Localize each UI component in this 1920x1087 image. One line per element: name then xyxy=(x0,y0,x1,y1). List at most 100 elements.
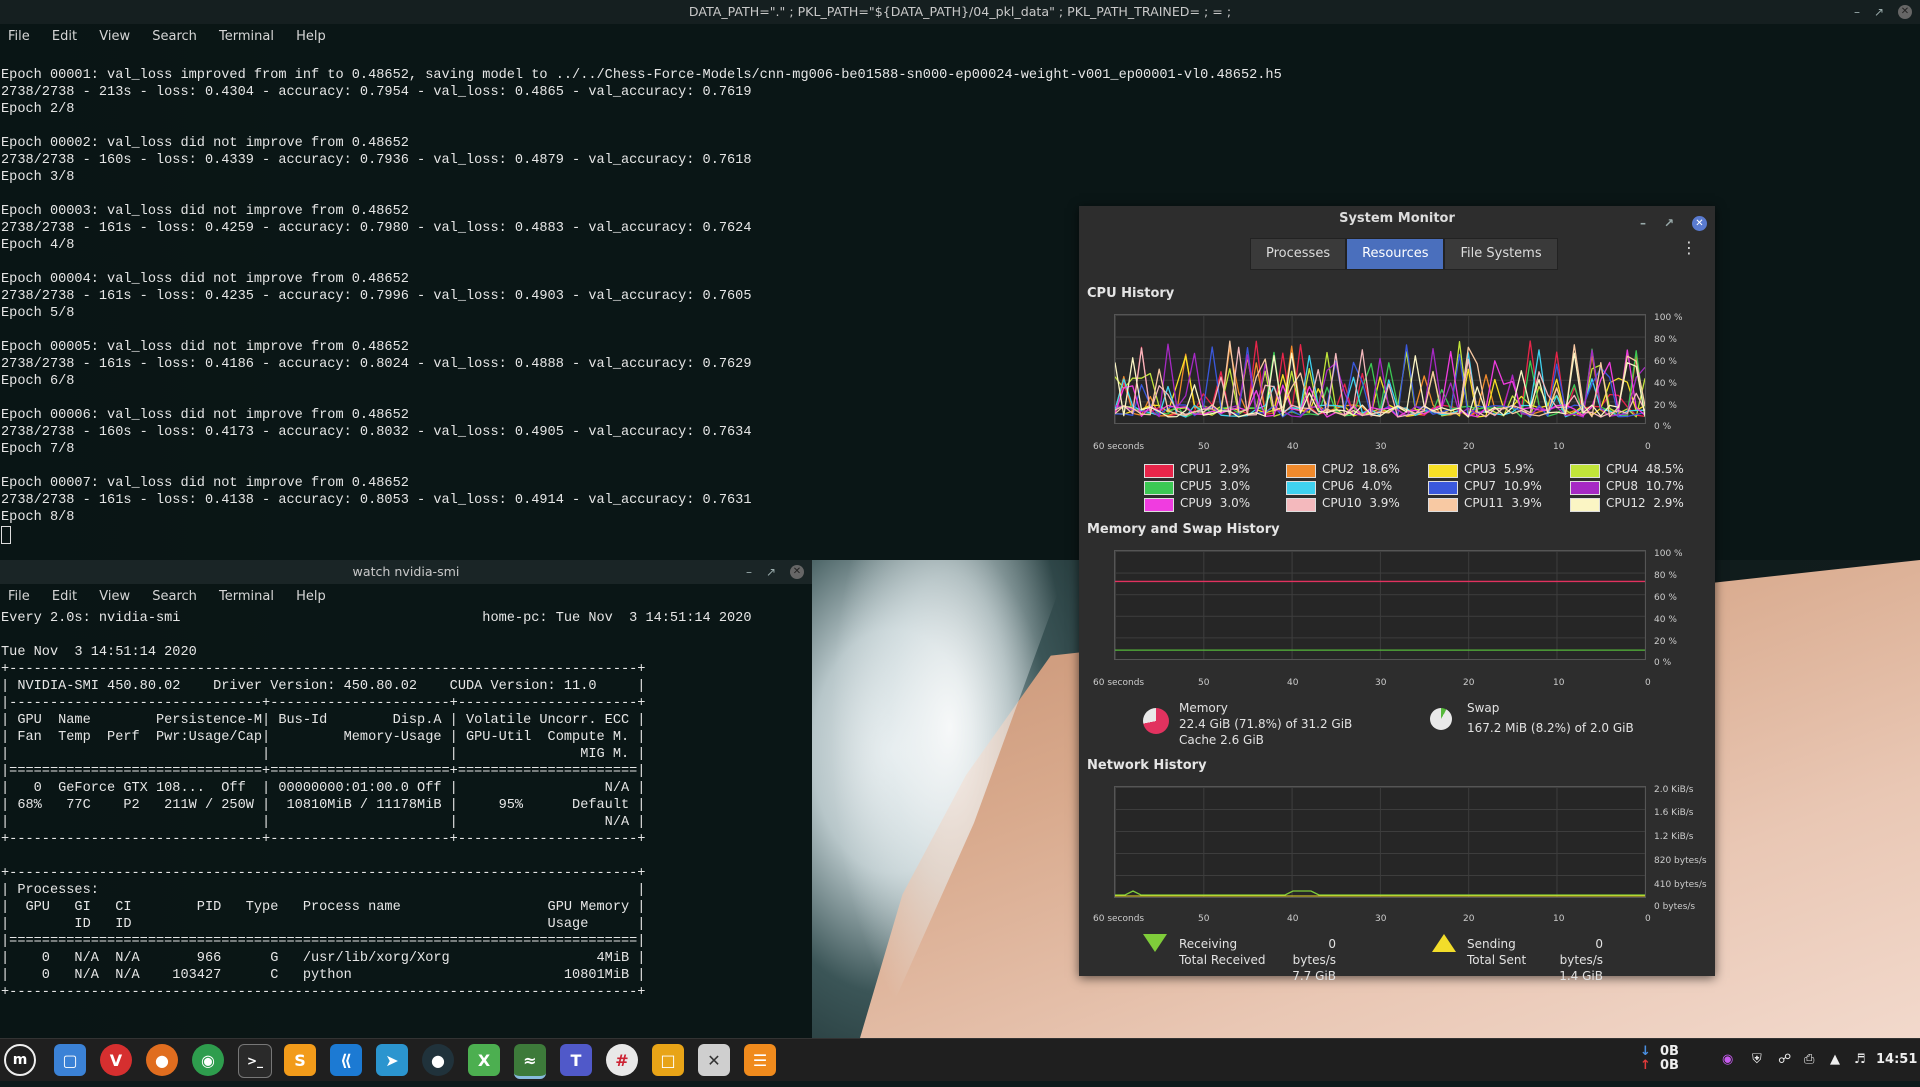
spreadsheet-icon[interactable]: X xyxy=(468,1044,500,1076)
system-monitor-taskbar-icon[interactable]: ≈ xyxy=(514,1044,546,1079)
terminal-window-nvidia-smi[interactable]: watch nvidia-smi – ↗ ✕ File Edit View Se… xyxy=(0,560,812,1038)
minimize-icon[interactable]: – xyxy=(1854,0,1860,24)
terminal-titlebar[interactable]: DATA_PATH="." ; PKL_PATH="${DATA_PATH}/0… xyxy=(0,0,1920,24)
menu-search[interactable]: Search xyxy=(152,29,197,44)
cpu-legend-item[interactable]: CPU3 5.9% xyxy=(1428,462,1568,478)
maximize-icon[interactable]: ↗ xyxy=(1664,210,1674,236)
close-icon[interactable]: ✕ xyxy=(790,565,804,579)
shield-icon[interactable]: ⛨ xyxy=(1752,1039,1762,1081)
cpu-x-label: 40 xyxy=(1287,442,1299,452)
cpu-legend-label: CPU5 xyxy=(1180,479,1213,493)
cpu-color-swatch[interactable] xyxy=(1570,481,1600,495)
cpu-color-swatch[interactable] xyxy=(1428,464,1458,478)
sublime-text-icon[interactable]: S xyxy=(284,1044,316,1076)
printer-icon[interactable]: ⎙ xyxy=(1804,1039,1814,1081)
cpu-legend-label: CPU12 xyxy=(1606,496,1646,510)
tab-processes[interactable]: Processes xyxy=(1250,238,1347,270)
window-title: System Monitor xyxy=(1339,211,1455,226)
net-x-label: 60 seconds xyxy=(1093,914,1145,924)
calculator-icon[interactable]: ✕ xyxy=(698,1044,730,1076)
swap-usage: 167.2 MiB (8.2%) of 2.0 GiB xyxy=(1467,721,1634,735)
firefox-icon[interactable]: ● xyxy=(146,1044,178,1076)
files-icon[interactable]: ▢ xyxy=(54,1044,86,1076)
menu-terminal[interactable]: Terminal xyxy=(219,589,274,604)
cpu-color-swatch[interactable] xyxy=(1570,464,1600,478)
tab-file-systems[interactable]: File Systems xyxy=(1444,238,1558,270)
cpu-color-swatch[interactable] xyxy=(1570,498,1600,512)
cpu-color-swatch[interactable] xyxy=(1144,498,1174,512)
cpu-color-swatch[interactable] xyxy=(1286,498,1316,512)
vscode-icon[interactable]: ⟪ xyxy=(330,1044,362,1076)
maximize-icon[interactable]: ↗ xyxy=(1874,0,1884,24)
chrome-icon[interactable]: ◉ xyxy=(192,1044,224,1076)
tab-resources[interactable]: Resources xyxy=(1346,238,1445,270)
system-monitor-titlebar[interactable]: System Monitor – ↗ ✕ xyxy=(1079,206,1715,232)
cpu-legend-item[interactable]: CPU9 3.0% xyxy=(1144,496,1284,512)
volume-icon[interactable]: ♬ xyxy=(1854,1039,1866,1081)
minimize-icon[interactable]: – xyxy=(746,560,752,584)
wifi-icon[interactable]: ▲ xyxy=(1830,1039,1840,1081)
net-y-label: 410 bytes/s xyxy=(1654,880,1707,890)
layers-icon[interactable]: ☰ xyxy=(744,1044,776,1076)
cpu-legend-item[interactable]: CPU10 3.9% xyxy=(1286,496,1426,512)
menu-help[interactable]: Help xyxy=(296,29,326,44)
cpu-legend-item[interactable]: CPU5 3.0% xyxy=(1144,479,1284,495)
cpu-legend-value: 48.5% xyxy=(1645,462,1684,476)
menu-file[interactable]: File xyxy=(8,29,30,44)
teams-icon[interactable]: T xyxy=(560,1044,592,1076)
menu-file[interactable]: File xyxy=(8,589,30,604)
cpu-y-label: 0 % xyxy=(1654,422,1672,432)
sending-arrow-icon[interactable] xyxy=(1432,934,1456,952)
cpu-legend-value: 2.9% xyxy=(1219,462,1251,476)
vpn-icon[interactable]: ☍ xyxy=(1778,1039,1791,1081)
terminal-icon[interactable]: >_ xyxy=(238,1044,272,1078)
terminal-menubar: File Edit View Search Terminal Help xyxy=(0,24,1920,50)
cpu-color-swatch[interactable] xyxy=(1144,464,1174,478)
cpu-legend-item[interactable]: CPU2 18.6% xyxy=(1286,462,1426,478)
network-history-graph xyxy=(1114,786,1646,898)
menu-help[interactable]: Help xyxy=(296,589,326,604)
network-speed-indicator[interactable]: ↓ 0B ↑ 0B xyxy=(1640,1045,1679,1087)
cpu-color-swatch[interactable] xyxy=(1286,481,1316,495)
swap-pie-icon[interactable] xyxy=(1430,708,1452,730)
cpu-color-swatch[interactable] xyxy=(1144,481,1174,495)
system-monitor-window[interactable]: System Monitor – ↗ ✕ Processes Resources… xyxy=(1079,206,1715,983)
maximize-icon[interactable]: ↗ xyxy=(766,560,776,584)
mint-menu-icon[interactable]: m xyxy=(4,1044,36,1076)
telegram-icon[interactable]: ➤ xyxy=(376,1044,408,1076)
vivaldi-icon[interactable]: V xyxy=(100,1044,132,1076)
cpu-legend-item[interactable]: CPU4 48.5% xyxy=(1570,462,1710,478)
menu-edit[interactable]: Edit xyxy=(52,29,77,44)
cpu-legend-item[interactable]: CPU12 2.9% xyxy=(1570,496,1710,512)
cpu-color-swatch[interactable] xyxy=(1428,481,1458,495)
menu-view[interactable]: View xyxy=(99,29,130,44)
slack-icon[interactable]: # xyxy=(606,1044,638,1076)
receiving-arrow-icon[interactable] xyxy=(1143,934,1167,952)
clock[interactable]: 14:51 xyxy=(1876,1039,1917,1081)
menu-kebab-icon[interactable]: ⋮ xyxy=(1681,240,1697,256)
memory-pie-icon[interactable] xyxy=(1143,708,1169,734)
menu-edit[interactable]: Edit xyxy=(52,589,77,604)
app-tray-icon[interactable]: ◉ xyxy=(1722,1039,1733,1081)
cpu-legend-item[interactable]: CPU1 2.9% xyxy=(1144,462,1284,478)
minimize-icon[interactable]: – xyxy=(1640,210,1646,236)
cpu-legend-item[interactable]: CPU11 3.9% xyxy=(1428,496,1568,512)
gitkraken-icon[interactable]: ● xyxy=(422,1044,454,1076)
terminal-titlebar[interactable]: watch nvidia-smi – ↗ ✕ xyxy=(0,560,812,584)
cpu-legend-value: 3.0% xyxy=(1219,479,1251,493)
image-viewer-icon[interactable]: □ xyxy=(652,1044,684,1076)
cpu-color-swatch[interactable] xyxy=(1428,498,1458,512)
cpu-legend-item[interactable]: CPU8 10.7% xyxy=(1570,479,1710,495)
menu-terminal[interactable]: Terminal xyxy=(219,29,274,44)
sending-info: Sending Total Sent xyxy=(1467,936,1526,968)
cpu-history-graph xyxy=(1114,314,1646,424)
close-icon[interactable]: ✕ xyxy=(1692,215,1707,231)
terminal-output[interactable]: Every 2.0s: nvidia-smi home-pc: Tue Nov … xyxy=(0,610,812,1001)
total-sent-label: Total Sent xyxy=(1467,953,1527,967)
cpu-color-swatch[interactable] xyxy=(1286,464,1316,478)
menu-view[interactable]: View xyxy=(99,589,130,604)
close-icon[interactable]: ✕ xyxy=(1898,5,1912,19)
cpu-legend-item[interactable]: CPU6 4.0% xyxy=(1286,479,1426,495)
cpu-legend-item[interactable]: CPU7 10.9% xyxy=(1428,479,1568,495)
menu-search[interactable]: Search xyxy=(152,589,197,604)
